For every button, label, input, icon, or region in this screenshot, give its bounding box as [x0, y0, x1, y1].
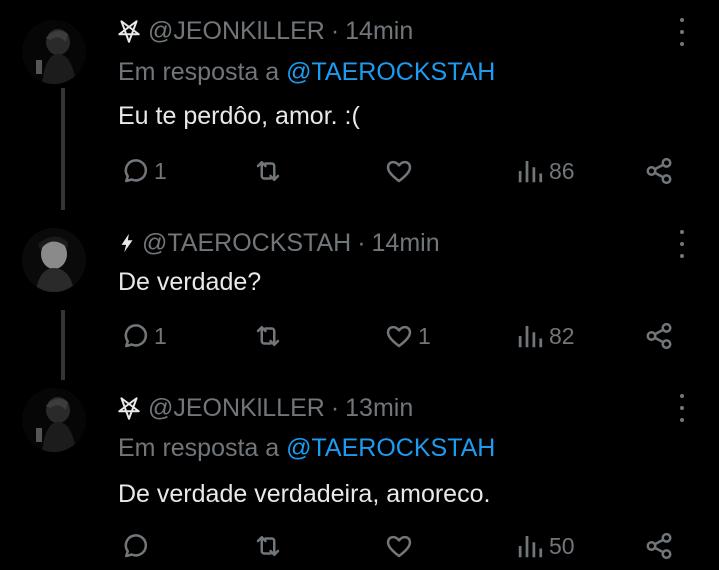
reply-button[interactable] [120, 529, 154, 563]
tweet-header: @TAEROCKSTAH · 14min [116, 227, 440, 259]
more-options-icon[interactable] [672, 18, 692, 46]
action-bar: 1 1 82 [0, 319, 719, 353]
thread-line [61, 88, 65, 210]
pentagram-icon [118, 20, 140, 43]
reply-count: 1 [154, 157, 167, 184]
handle[interactable]: @JEONKlLLER [148, 17, 325, 46]
views-button[interactable]: 82 [515, 319, 575, 353]
avatar-jeonkiller[interactable] [22, 20, 86, 84]
tweet-text: De verdade verdadeira, amoreco. [118, 480, 491, 508]
reply-context: Em resposta a @TAEROCKSTAH [118, 434, 495, 463]
pentagram-icon [118, 397, 140, 420]
share-icon [646, 322, 672, 350]
handle[interactable]: @JEONKlLLER [148, 394, 325, 423]
share-icon [646, 157, 672, 185]
retweet-button[interactable] [253, 319, 283, 353]
retweet-icon [256, 326, 280, 346]
reply-button[interactable]: 1 [120, 319, 167, 353]
views-count: 86 [549, 157, 575, 184]
views-button[interactable]: 50 [515, 529, 575, 563]
reply-mention-link[interactable]: @TAEROCKSTAH [286, 58, 495, 86]
views-count: 50 [549, 532, 575, 559]
analytics-icon [518, 536, 543, 558]
analytics-icon [518, 326, 543, 348]
reply-icon [124, 159, 148, 183]
timestamp[interactable]: 14min [372, 229, 440, 258]
reply-prefix: Em resposta a [118, 434, 280, 462]
views-button[interactable]: 86 [515, 154, 575, 188]
retweet-icon [256, 161, 280, 181]
heart-icon [386, 325, 412, 348]
avatar-taerockstah[interactable] [22, 228, 86, 292]
retweet-button[interactable] [253, 154, 283, 188]
analytics-icon [518, 161, 543, 183]
share-button[interactable] [644, 529, 674, 563]
action-bar: 50 [0, 529, 719, 563]
reply-mention-link[interactable]: @TAEROCKSTAH [286, 434, 495, 462]
more-options-icon[interactable] [672, 230, 692, 258]
like-count: 1 [418, 322, 431, 349]
reply-icon [124, 534, 148, 558]
tweet-text: De verdade? [118, 268, 262, 296]
retweet-icon [256, 536, 280, 556]
tweet-header: @JEONKlLLER · 13min [116, 392, 413, 424]
views-count: 82 [549, 322, 575, 349]
like-button[interactable]: 1 [384, 319, 431, 353]
reply-prefix: Em resposta a [118, 58, 280, 86]
timestamp[interactable]: 13min [345, 394, 413, 423]
share-icon [646, 532, 672, 560]
reply-button[interactable]: 1 [120, 154, 167, 188]
separator-dot: · [330, 16, 340, 45]
separator-dot: · [330, 393, 340, 422]
reply-count: 1 [154, 322, 167, 349]
like-button[interactable] [384, 529, 418, 563]
handle[interactable]: @TAEROCKSTAH [142, 229, 351, 258]
heart-icon [386, 160, 412, 183]
tweet-text: Eu te perdôo, amor. :( [118, 102, 360, 130]
reply-icon [124, 324, 148, 348]
conversation-thread: @JEONKlLLER · 14min Em resposta a @TAERO… [0, 0, 719, 570]
tweet-1[interactable]: @JEONKlLLER · 14min Em resposta a @TAERO… [0, 0, 719, 210]
retweet-button[interactable] [253, 529, 283, 563]
like-button[interactable] [384, 154, 418, 188]
share-button[interactable] [644, 319, 674, 353]
avatar-jeonkiller[interactable] [22, 388, 86, 452]
reply-context: Em resposta a @TAEROCKSTAH [118, 58, 495, 87]
separator-dot: · [357, 228, 366, 257]
tweet-2[interactable]: @TAEROCKSTAH · 14min De verdade? 1 1 82 [0, 210, 719, 380]
timestamp[interactable]: 14min [345, 17, 413, 46]
more-options-icon[interactable] [672, 394, 692, 422]
tweet-3[interactable]: @JEONKlLLER · 13min Em resposta a @TAERO… [0, 380, 719, 570]
lightning-icon [121, 233, 133, 253]
heart-icon [386, 535, 412, 558]
action-bar: 1 86 [0, 154, 719, 188]
tweet-header: @JEONKlLLER · 14min [116, 15, 413, 47]
share-button[interactable] [644, 154, 674, 188]
